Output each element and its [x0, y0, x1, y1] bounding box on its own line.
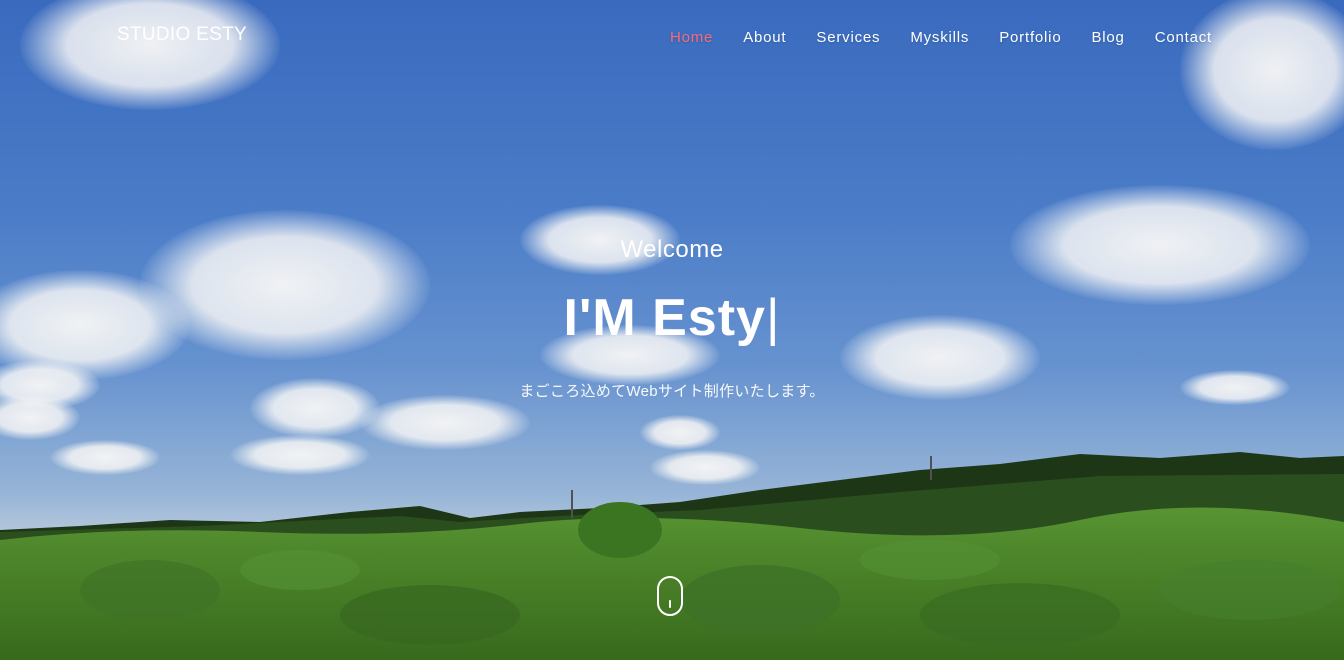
- nav-item-myskills: Myskills: [910, 29, 969, 47]
- brand-logo[interactable]: STUDIO ESTY: [117, 24, 247, 46]
- mouse-scroll-icon[interactable]: [657, 576, 683, 616]
- nav-link-myskills[interactable]: Myskills: [910, 29, 969, 46]
- nav-link-services[interactable]: Services: [816, 29, 880, 46]
- headline-text: I'M Esty: [563, 289, 766, 347]
- nav-link-portfolio[interactable]: Portfolio: [999, 29, 1061, 46]
- nav-menu: Home About Services Myskills Portfolio B…: [640, 29, 1212, 47]
- nav-item-services: Services: [816, 29, 880, 47]
- nav-item-about: About: [743, 29, 786, 47]
- hero-subtitle: まごころ込めてWebサイト制作いたします。: [519, 383, 825, 400]
- nav-link-about[interactable]: About: [743, 29, 786, 46]
- nav-link-contact[interactable]: Contact: [1155, 29, 1212, 46]
- nav-item-home: Home: [670, 29, 713, 47]
- nav-link-blog[interactable]: Blog: [1091, 29, 1124, 46]
- nav-item-portfolio: Portfolio: [999, 29, 1061, 47]
- welcome-text: Welcome: [620, 236, 724, 263]
- nav-item-contact: Contact: [1155, 29, 1212, 47]
- nav-link-home[interactable]: Home: [670, 29, 713, 46]
- mouse-wheel: [669, 600, 671, 608]
- nav-item-blog: Blog: [1091, 29, 1124, 47]
- hero-headline: I'M Esty|: [0, 288, 1344, 348]
- typing-cursor: |: [765, 289, 781, 347]
- navbar: STUDIO ESTY Home About Services Myskills…: [0, 0, 1344, 76]
